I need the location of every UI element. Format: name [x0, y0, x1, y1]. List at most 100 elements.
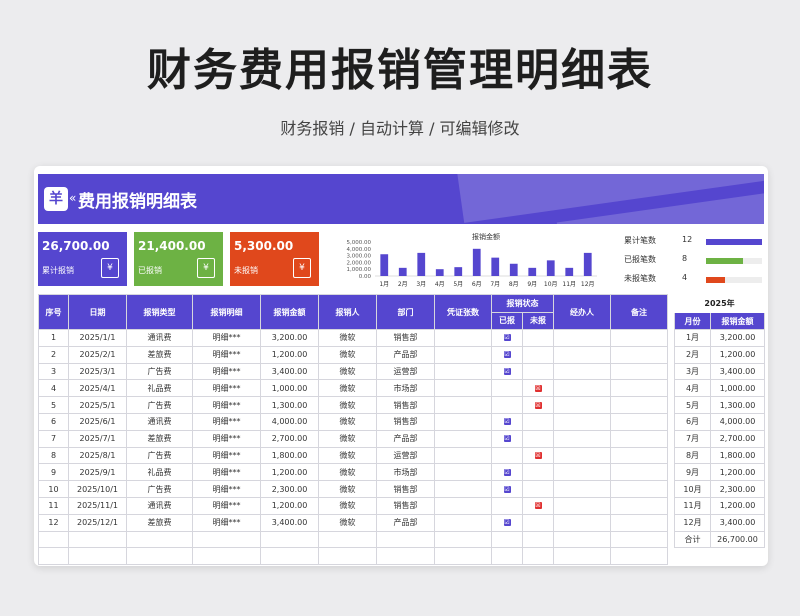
cell-amount[interactable]: 2,700.00	[260, 429, 319, 448]
empty-cell[interactable]	[192, 547, 261, 566]
empty-cell[interactable]	[610, 530, 668, 549]
cell-detail[interactable]: 明细***	[192, 329, 261, 347]
cell-amount[interactable]: 1,200.00	[260, 463, 319, 482]
cell-detail[interactable]: 明细***	[192, 412, 261, 431]
empty-cell[interactable]	[376, 547, 435, 566]
cell-date[interactable]: 2025/8/1	[68, 446, 127, 465]
cell-remark[interactable]	[610, 480, 668, 498]
cell-vouchers[interactable]	[434, 446, 492, 465]
empty-cell[interactable]	[318, 547, 377, 566]
cell-person[interactable]: 微软	[318, 429, 377, 448]
cell-person[interactable]: 微软	[318, 396, 377, 414]
cell-vouchers[interactable]	[434, 362, 492, 381]
cell-detail[interactable]: 明细***	[192, 379, 261, 398]
cell-status-pending[interactable]	[522, 362, 554, 381]
cell-no[interactable]: 7	[38, 429, 69, 448]
cell-handler[interactable]	[553, 513, 611, 532]
cell-date[interactable]: 2025/12/1	[68, 513, 127, 532]
cell-date[interactable]: 2025/7/1	[68, 429, 127, 448]
cell-no[interactable]: 2	[38, 345, 69, 364]
cell-no[interactable]: 4	[38, 379, 69, 398]
cell-status-done[interactable]	[491, 396, 523, 414]
empty-cell[interactable]	[610, 547, 668, 566]
cell-handler[interactable]	[553, 396, 611, 414]
cell-detail[interactable]: 明细***	[192, 480, 261, 498]
cell-person[interactable]: 微软	[318, 513, 377, 532]
cell-detail[interactable]: 明细***	[192, 396, 261, 414]
cell-status-pending[interactable]	[522, 463, 554, 482]
cell-status-done[interactable]: ☑	[491, 513, 523, 532]
cell-amount[interactable]: 2,300.00	[260, 480, 319, 498]
cell-type[interactable]: 通讯费	[126, 496, 193, 515]
cell-remark[interactable]	[610, 513, 668, 532]
cell-person[interactable]: 微软	[318, 379, 377, 398]
cell-person[interactable]: 微软	[318, 362, 377, 381]
empty-cell[interactable]	[38, 530, 69, 549]
cell-type[interactable]: 广告费	[126, 480, 193, 498]
cell-status-done[interactable]: ☑	[491, 412, 523, 431]
cell-no[interactable]: 11	[38, 496, 69, 515]
cell-status-pending[interactable]: ☒	[522, 379, 554, 398]
cell-date[interactable]: 2025/2/1	[68, 345, 127, 364]
cell-person[interactable]: 微软	[318, 329, 377, 347]
cell-detail[interactable]: 明细***	[192, 345, 261, 364]
cell-type[interactable]: 差旅费	[126, 345, 193, 364]
cell-dept[interactable]: 销售部	[376, 396, 435, 414]
empty-cell[interactable]	[553, 530, 611, 549]
cell-detail[interactable]: 明细***	[192, 362, 261, 381]
cell-dept[interactable]: 产品部	[376, 513, 435, 532]
empty-cell[interactable]	[192, 530, 261, 549]
cell-vouchers[interactable]	[434, 379, 492, 398]
empty-cell[interactable]	[318, 530, 377, 549]
cell-status-pending[interactable]	[522, 480, 554, 498]
cell-date[interactable]: 2025/11/1	[68, 496, 127, 515]
empty-cell[interactable]	[126, 530, 193, 549]
cell-status-pending[interactable]: ☒	[522, 396, 554, 414]
cell-status-pending[interactable]	[522, 429, 554, 448]
cell-type[interactable]: 礼品费	[126, 379, 193, 398]
cell-status-done[interactable]: ☑	[491, 329, 523, 347]
cell-remark[interactable]	[610, 379, 668, 398]
cell-handler[interactable]	[553, 379, 611, 398]
cell-vouchers[interactable]	[434, 513, 492, 532]
cell-dept[interactable]: 产品部	[376, 345, 435, 364]
cell-date[interactable]: 2025/4/1	[68, 379, 127, 398]
cell-handler[interactable]	[553, 362, 611, 381]
cell-remark[interactable]	[610, 396, 668, 414]
empty-cell[interactable]	[491, 530, 523, 549]
cell-person[interactable]: 微软	[318, 496, 377, 515]
cell-handler[interactable]	[553, 412, 611, 431]
empty-cell[interactable]	[68, 547, 127, 566]
cell-status-done[interactable]	[491, 446, 523, 465]
cell-vouchers[interactable]	[434, 496, 492, 515]
cell-remark[interactable]	[610, 345, 668, 364]
cell-date[interactable]: 2025/3/1	[68, 362, 127, 381]
cell-status-pending[interactable]	[522, 345, 554, 364]
empty-cell[interactable]	[522, 547, 554, 566]
cell-detail[interactable]: 明细***	[192, 463, 261, 482]
cell-dept[interactable]: 销售部	[376, 496, 435, 515]
cell-dept[interactable]: 销售部	[376, 480, 435, 498]
cell-handler[interactable]	[553, 480, 611, 498]
empty-cell[interactable]	[553, 547, 611, 566]
cell-amount[interactable]: 1,200.00	[260, 345, 319, 364]
cell-person[interactable]: 微软	[318, 480, 377, 498]
cell-vouchers[interactable]	[434, 463, 492, 482]
empty-cell[interactable]	[434, 547, 492, 566]
cell-status-done[interactable]: ☑	[491, 463, 523, 482]
cell-no[interactable]: 3	[38, 362, 69, 381]
cell-handler[interactable]	[553, 329, 611, 347]
cell-amount[interactable]: 3,200.00	[260, 329, 319, 347]
cell-status-pending[interactable]	[522, 513, 554, 532]
cell-person[interactable]: 微软	[318, 345, 377, 364]
cell-dept[interactable]: 销售部	[376, 412, 435, 431]
cell-status-pending[interactable]: ☒	[522, 446, 554, 465]
cell-detail[interactable]: 明细***	[192, 429, 261, 448]
cell-type[interactable]: 广告费	[126, 446, 193, 465]
cell-detail[interactable]: 明细***	[192, 446, 261, 465]
cell-status-pending[interactable]	[522, 329, 554, 347]
cell-remark[interactable]	[610, 362, 668, 381]
cell-amount[interactable]: 3,400.00	[260, 513, 319, 532]
empty-cell[interactable]	[38, 547, 69, 566]
cell-no[interactable]: 9	[38, 463, 69, 482]
